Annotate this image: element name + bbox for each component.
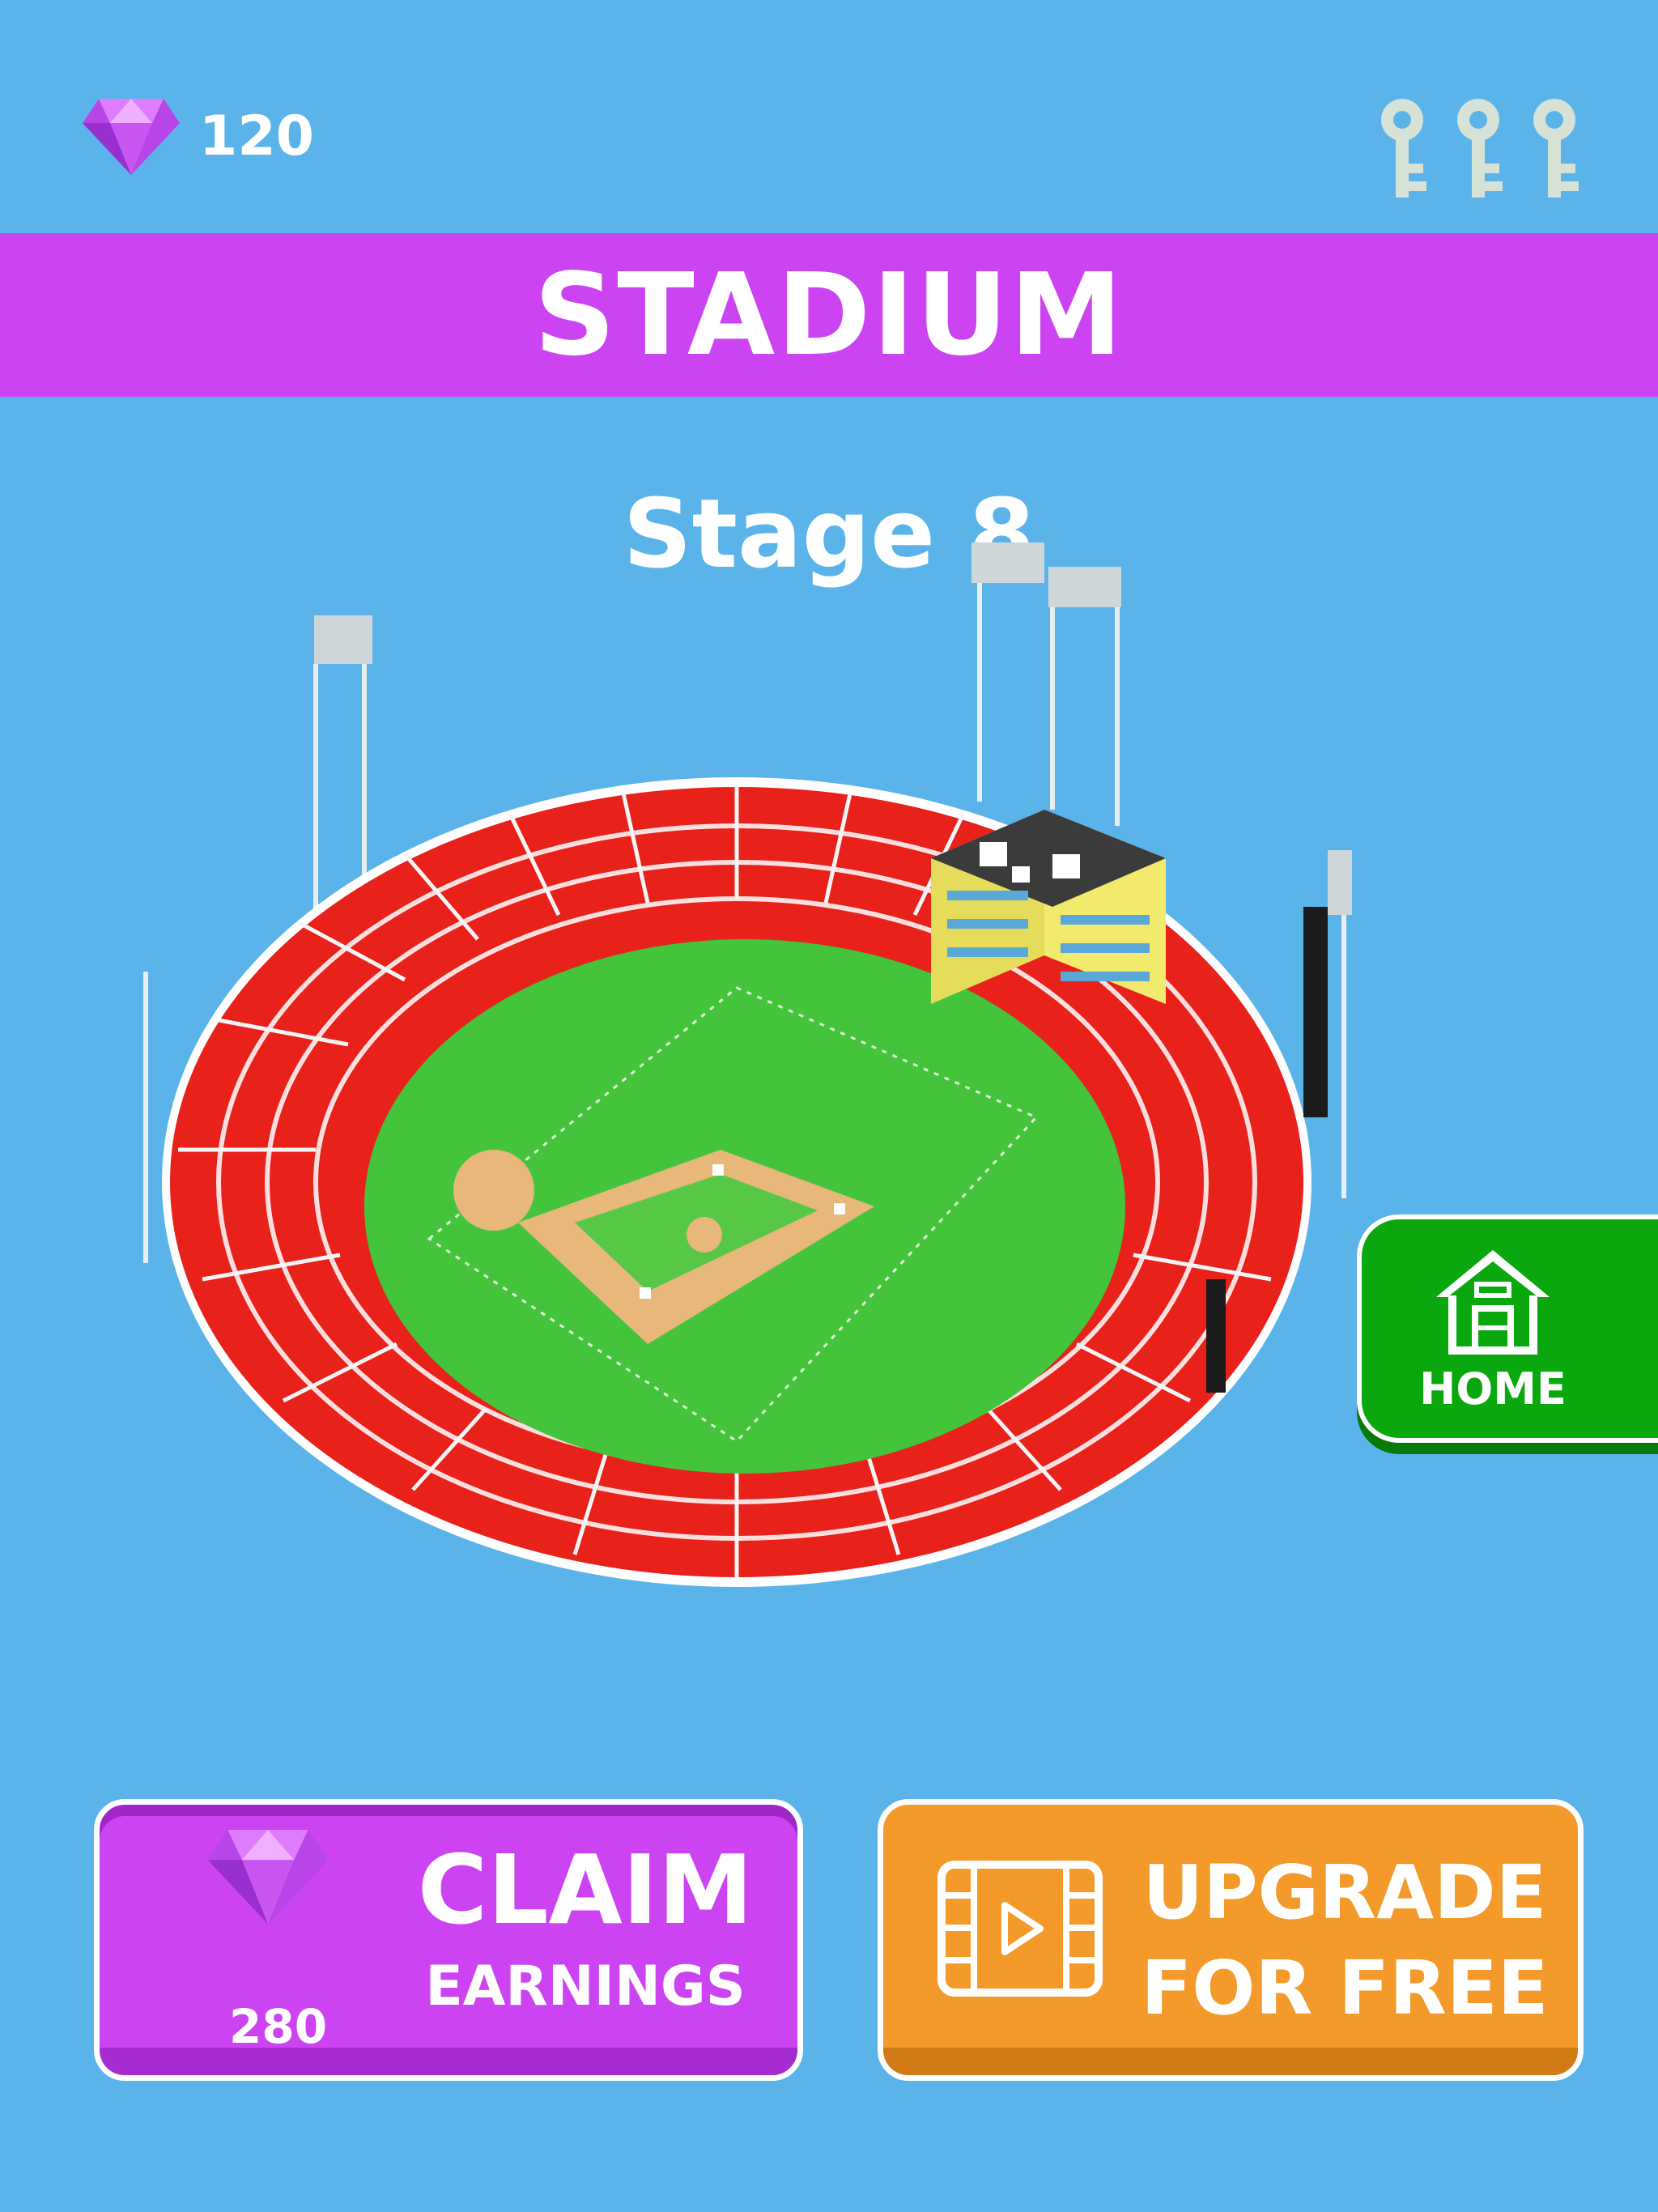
video-icon bbox=[937, 1861, 1103, 1997]
light-tower bbox=[971, 542, 1044, 583]
home-button[interactable]: HOME bbox=[1357, 1214, 1658, 1443]
key-icon bbox=[1533, 99, 1579, 198]
stadium-illustration bbox=[143, 542, 1352, 1587]
keys-indicator bbox=[1373, 96, 1584, 202]
claim-earnings-button[interactable]: 280 CLAIM EARNINGS bbox=[94, 1799, 803, 2081]
top-bar: 120 bbox=[0, 0, 1658, 232]
home-icon bbox=[1436, 1249, 1550, 1355]
upgrade-for-free-button[interactable]: UPGRADE FOR FREE bbox=[878, 1799, 1584, 2081]
light-tower bbox=[314, 615, 372, 664]
button-shadow bbox=[883, 2048, 1578, 2075]
claim-label-line1: CLAIM bbox=[417, 1834, 754, 1946]
light-tower bbox=[1048, 567, 1121, 607]
key-icon bbox=[1457, 99, 1503, 198]
home-plate-area bbox=[453, 1150, 534, 1231]
side-screen bbox=[1206, 1279, 1226, 1393]
upgrade-label-line1: UPGRADE bbox=[1142, 1849, 1547, 1936]
claim-text: CLAIM EARNINGS bbox=[407, 1837, 763, 2031]
home-button-label: HOME bbox=[1419, 1363, 1567, 1414]
gem-count: 120 bbox=[199, 104, 314, 168]
page-title: STADIUM bbox=[534, 249, 1124, 381]
light-tower bbox=[1328, 850, 1352, 915]
claim-amount: 280 bbox=[229, 1999, 328, 2054]
gem-icon bbox=[83, 99, 180, 175]
side-screen bbox=[1303, 907, 1328, 1117]
upgrade-text: UPGRADE FOR FREE bbox=[1126, 1845, 1563, 2036]
title-band: STADIUM bbox=[0, 233, 1658, 397]
gem-counter: 120 bbox=[81, 96, 314, 177]
button-shadow bbox=[100, 2048, 797, 2075]
gem-icon bbox=[207, 1829, 329, 1925]
upgrade-label-line2: FOR FREE bbox=[1141, 1945, 1549, 2031]
key-icon bbox=[1381, 99, 1426, 198]
claim-label-line2: EARNINGS bbox=[425, 1955, 746, 2018]
